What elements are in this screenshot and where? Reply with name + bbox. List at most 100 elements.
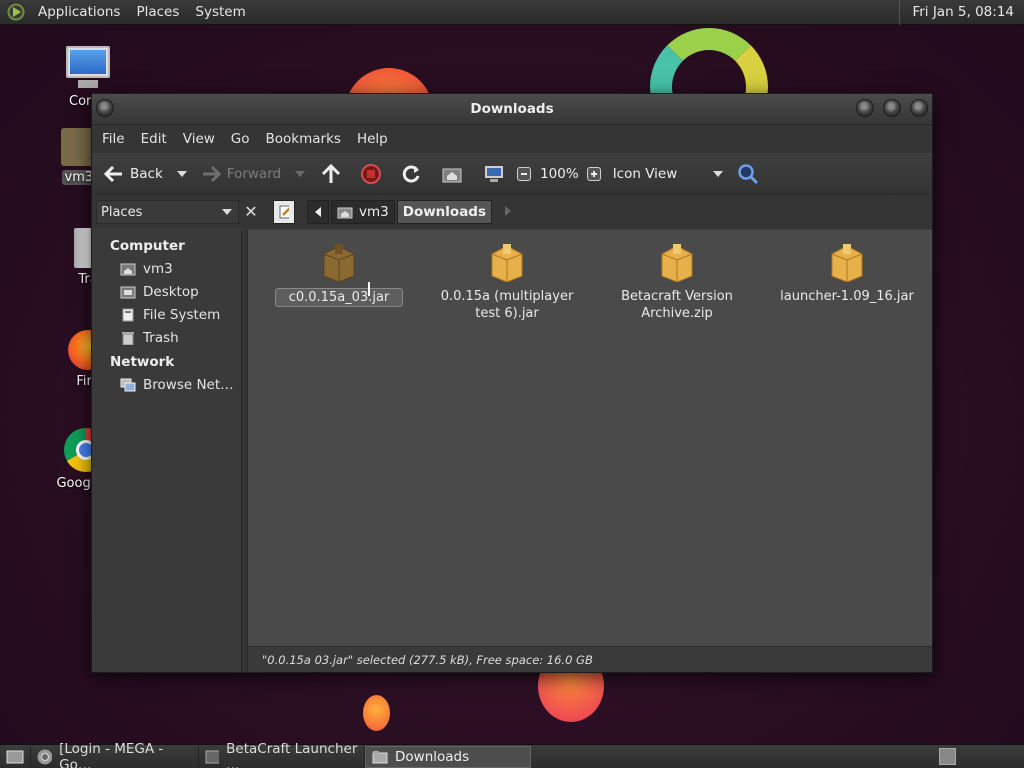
forward-label: Forward <box>226 165 282 182</box>
chevron-right-icon <box>505 205 512 216</box>
back-label: Back <box>130 165 163 182</box>
minimize-button[interactable] <box>856 99 874 117</box>
menu-help[interactable]: Help <box>349 131 396 147</box>
file-view[interactable]: c0.0.15a_03.jar 0.0.15a (multiplayer test… <box>248 230 932 672</box>
network-icon <box>120 378 136 392</box>
reload-button[interactable] <box>401 159 421 189</box>
home-folder-icon <box>337 207 353 219</box>
zoom-level: 100% <box>540 165 579 182</box>
stop-icon <box>361 163 382 184</box>
crumb-downloads[interactable]: Downloads <box>396 200 493 224</box>
file-name-line2: Archive.zip <box>641 306 713 321</box>
crumb-scroll-left[interactable] <box>307 200 329 224</box>
zoom-in-button[interactable] <box>586 159 601 189</box>
file-name: launcher-1.09_16.jar <box>780 289 914 304</box>
java-icon <box>205 750 220 763</box>
forward-button[interactable]: Forward <box>201 159 281 189</box>
task-downloads[interactable]: Downloads <box>365 745 531 768</box>
file-item[interactable]: launcher-1.09_16.jar <box>772 242 922 305</box>
close-button[interactable] <box>910 99 928 117</box>
places-sidebar: Computer vm3 Desktop File System Trash N… <box>92 230 242 672</box>
back-button[interactable]: Back <box>104 159 163 189</box>
chrome-icon <box>37 749 53 764</box>
file-item[interactable]: c0.0.15a_03.jar <box>264 242 414 307</box>
window-title: Downloads <box>470 101 554 117</box>
location-bar: Places ✕ vm3 Downloads <box>92 195 932 229</box>
show-desktop-launcher[interactable] <box>0 745 31 768</box>
close-icon: ✕ <box>244 202 258 221</box>
task-label: [Login - MEGA - Go… <box>59 740 164 768</box>
mint-logo-icon[interactable] <box>6 2 26 22</box>
sidebar-item-label: Trash <box>143 330 179 346</box>
menu-go[interactable]: Go <box>223 131 258 147</box>
menu-system[interactable]: System <box>187 0 253 25</box>
home-button[interactable] <box>441 159 463 189</box>
task-label: BetaCraft Launcher … <box>226 740 358 768</box>
close-sidebar-button[interactable]: ✕ <box>241 201 261 223</box>
file-item[interactable]: 0.0.15a (multiplayer test 6).jar <box>432 242 582 322</box>
menu-applications[interactable]: Applications <box>30 0 128 25</box>
up-arrow-icon <box>322 163 341 183</box>
sidebar-item-desktop[interactable]: Desktop <box>92 281 241 304</box>
crumb-scroll-right[interactable] <box>504 205 512 220</box>
forward-arrow-icon <box>202 165 221 182</box>
file-name: Betacraft Version <box>621 289 733 304</box>
clock[interactable]: Fri Jan 5, 08:14 <box>899 0 1024 25</box>
drive-icon <box>122 308 134 322</box>
crumb-label: Downloads <box>402 204 487 220</box>
task-label: Downloads <box>395 748 470 765</box>
search-button[interactable] <box>737 159 759 189</box>
sidebar-item-trash[interactable]: Trash <box>92 327 241 350</box>
task-betacraft-launcher[interactable]: BetaCraft Launcher … <box>199 741 365 768</box>
back-arrow-icon <box>104 165 122 182</box>
view-mode-select[interactable]: Icon View <box>613 159 723 189</box>
computer-button[interactable] <box>483 159 505 189</box>
sidebar-mode-label: Places <box>101 204 143 220</box>
edit-location-button[interactable] <box>273 200 295 224</box>
task-mega-login[interactable]: [Login - MEGA - Go… <box>31 741 199 768</box>
pencil-icon <box>279 205 289 219</box>
computer-icon <box>485 165 504 182</box>
sidebar-item-label: vm3 <box>143 261 173 277</box>
back-history-dropdown[interactable] <box>176 159 187 189</box>
crumb-vm3[interactable]: vm3 <box>331 200 395 224</box>
sidebar-item-browse-network[interactable]: Browse Net… <box>92 374 241 397</box>
taskbar: [Login - MEGA - Go… BetaCraft Launcher …… <box>0 741 1024 768</box>
toolbar: Back Forward 100% Icon View <box>92 153 932 195</box>
chevron-down-icon <box>295 170 306 177</box>
home-folder-icon <box>120 263 136 276</box>
text-cursor <box>368 282 370 296</box>
sidebar-header-network: Network <box>110 354 175 370</box>
package-icon <box>658 242 696 283</box>
sidebar-item-file-system[interactable]: File System <box>92 304 241 327</box>
top-panel: Applications Places System Fri Jan 5, 08… <box>0 0 1024 25</box>
zoom-out-button[interactable] <box>517 159 532 189</box>
sidebar-item-vm3[interactable]: vm3 <box>92 258 241 281</box>
status-bar: "0.0.15a 03.jar" selected (277.5 kB), Fr… <box>248 646 932 672</box>
file-name: c0.0.15a_03.jar <box>288 290 390 305</box>
package-icon <box>488 242 526 283</box>
menu-file[interactable]: File <box>94 131 133 147</box>
workspace-switcher[interactable] <box>939 748 956 765</box>
up-button[interactable] <box>321 159 341 189</box>
zoom-out-icon <box>517 166 532 181</box>
file-name: 0.0.15a (multiplayer <box>440 289 574 304</box>
menu-bookmarks[interactable]: Bookmarks <box>258 131 349 147</box>
menu-view[interactable]: View <box>175 131 223 147</box>
forward-history-dropdown[interactable] <box>295 159 306 189</box>
maximize-button[interactable] <box>883 99 901 117</box>
desktop-icon <box>6 750 24 763</box>
desktop-folder-icon <box>120 286 136 299</box>
folder-icon <box>372 750 388 763</box>
sidebar-mode-select[interactable]: Places <box>96 200 239 224</box>
menu-places[interactable]: Places <box>128 0 187 25</box>
stop-button[interactable] <box>361 159 382 189</box>
file-item[interactable]: Betacraft Version Archive.zip <box>602 242 752 322</box>
reload-icon <box>402 165 420 183</box>
chevron-down-icon <box>222 209 232 215</box>
menu-edit[interactable]: Edit <box>133 131 175 147</box>
chevron-down-icon <box>712 170 723 177</box>
search-icon <box>737 163 758 184</box>
title-bar[interactable]: Downloads <box>92 94 932 125</box>
file-name-line2: test 6).jar <box>475 306 539 321</box>
